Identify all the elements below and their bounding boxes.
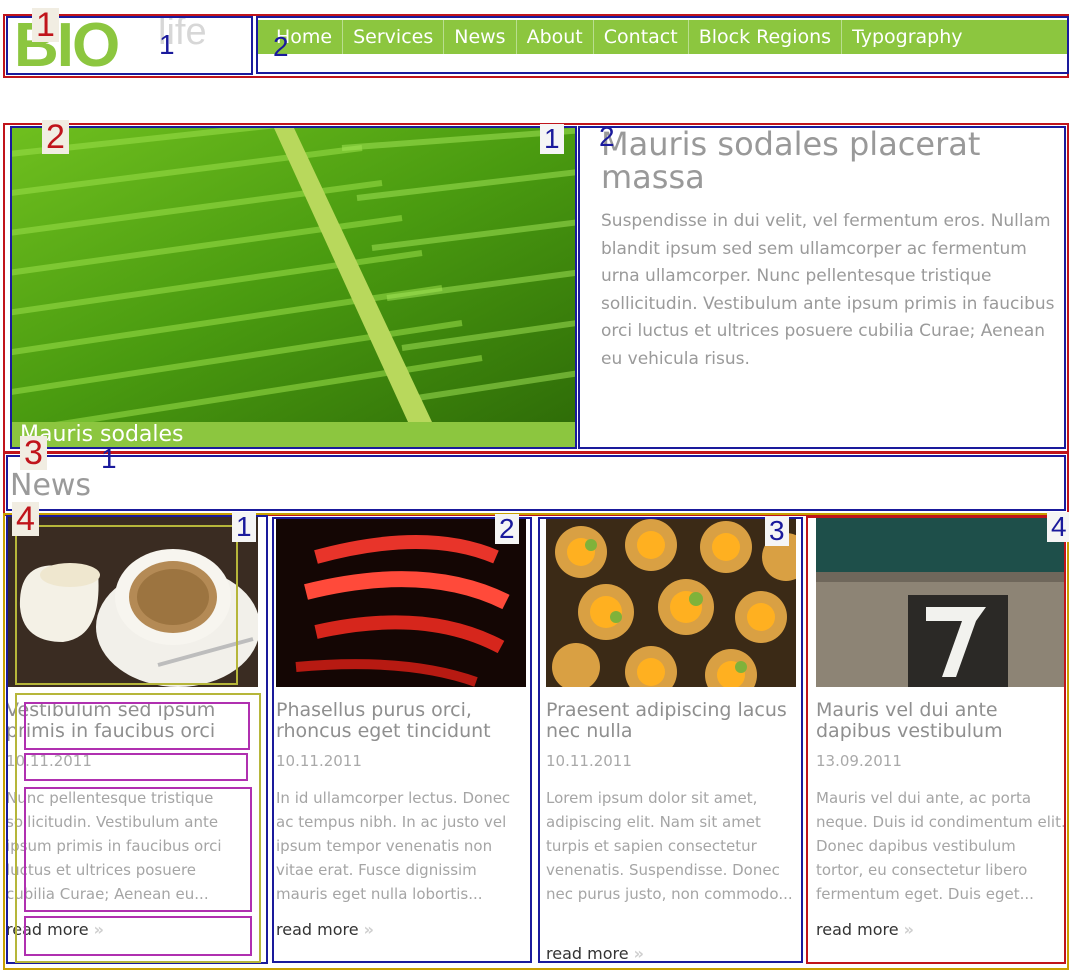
annotation-tag-red-3: 3: [20, 436, 47, 470]
annotation-tag-blue-hero-image: 1: [540, 124, 564, 154]
annotation-card-3: [538, 517, 803, 963]
annotation-nav: [256, 16, 1069, 74]
annotation-tag-red-4: 4: [12, 502, 39, 536]
annotation-card-1-date: [24, 753, 248, 781]
annotation-tag-blue-logo: 1: [159, 29, 175, 60]
annotation-hero-text: [578, 126, 1066, 449]
annotation-card-1-title: [24, 702, 250, 750]
annotation-tag-red-2: 2: [42, 120, 69, 154]
annotation-tag-blue-hero-text: 2: [599, 121, 615, 152]
annotation-tag-blue-card-3: 3: [765, 516, 789, 546]
annotation-card-1-readmore: [24, 916, 252, 956]
annotation-tag-blue-card-2: 2: [495, 514, 519, 544]
annotation-tag-blue-card-4: 4: [1047, 512, 1069, 542]
annotation-card-1-text: [24, 787, 252, 912]
annotation-region-card-4: [806, 516, 1066, 964]
annotation-tag-blue-news-heading: 1: [101, 443, 117, 474]
annotation-tag-blue-card-1: 1: [232, 512, 256, 542]
annotation-news-heading: [6, 455, 1066, 511]
annotation-hero-image: [10, 126, 577, 449]
annotation-card-1-image: [15, 525, 238, 685]
annotation-tag-blue-nav: 2: [273, 31, 289, 62]
annotation-tag-red-1: 1: [32, 8, 59, 42]
annotation-card-2: [272, 517, 532, 963]
